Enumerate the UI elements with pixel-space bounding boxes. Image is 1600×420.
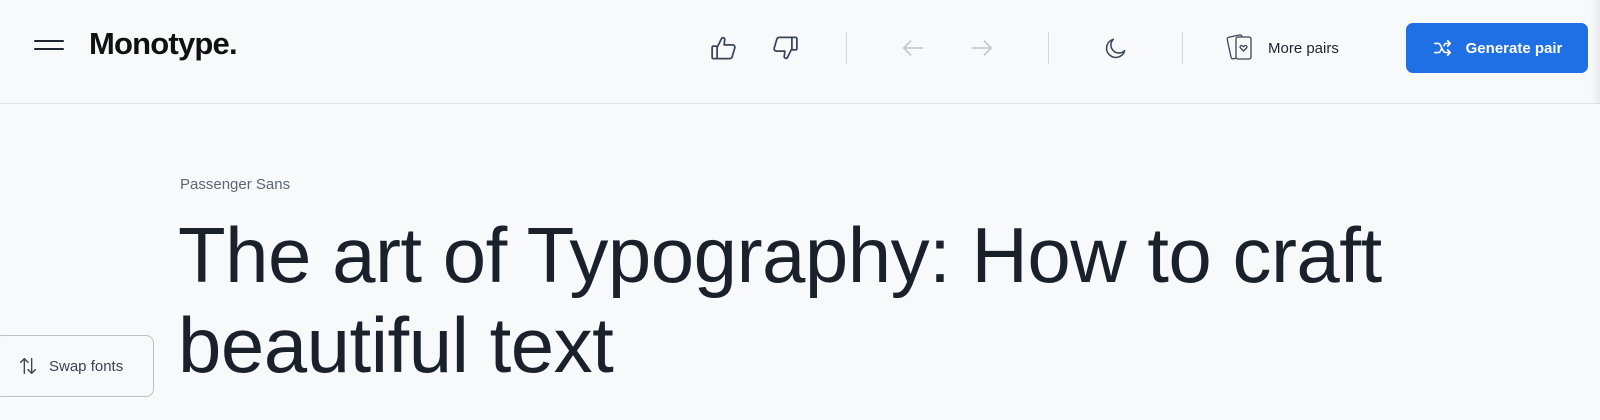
- arrow-right-icon: [971, 40, 993, 56]
- swap-vertical-icon: [19, 357, 37, 375]
- sample-headline: The art of Typography: How to craft beau…: [178, 211, 1382, 389]
- divider: [1182, 32, 1183, 64]
- more-pairs-button[interactable]: More pairs: [1226, 28, 1339, 68]
- like-button[interactable]: [704, 28, 744, 68]
- thumbs-up-icon: [711, 36, 736, 60]
- generate-pair-button[interactable]: Generate pair: [1406, 23, 1588, 73]
- swap-fonts-button[interactable]: Swap fonts: [0, 335, 154, 397]
- menu-icon-line-top: [34, 40, 64, 42]
- font-name-label: Passenger Sans: [180, 176, 291, 193]
- top-bar: Monotype. More pairs Generate pair: [0, 0, 1600, 104]
- logo[interactable]: Monotype.: [89, 26, 238, 62]
- menu-icon-line-bottom: [34, 48, 64, 50]
- dislike-button[interactable]: [765, 28, 805, 68]
- divider: [846, 32, 847, 64]
- dark-mode-toggle[interactable]: [1096, 28, 1136, 68]
- menu-button[interactable]: [28, 30, 68, 60]
- divider: [1048, 32, 1049, 64]
- previous-button[interactable]: [893, 28, 933, 68]
- scroll-edge: [1590, 0, 1600, 104]
- arrow-left-icon: [902, 40, 924, 56]
- moon-icon: [1105, 38, 1126, 59]
- cards-heart-icon: [1226, 34, 1252, 60]
- next-button[interactable]: [962, 28, 1002, 68]
- generate-pair-label: Generate pair: [1465, 39, 1563, 57]
- thumbs-down-icon: [773, 36, 798, 60]
- more-pairs-label: More pairs: [1268, 39, 1339, 57]
- shuffle-icon: [1433, 39, 1451, 57]
- swap-fonts-label: Swap fonts: [49, 357, 124, 375]
